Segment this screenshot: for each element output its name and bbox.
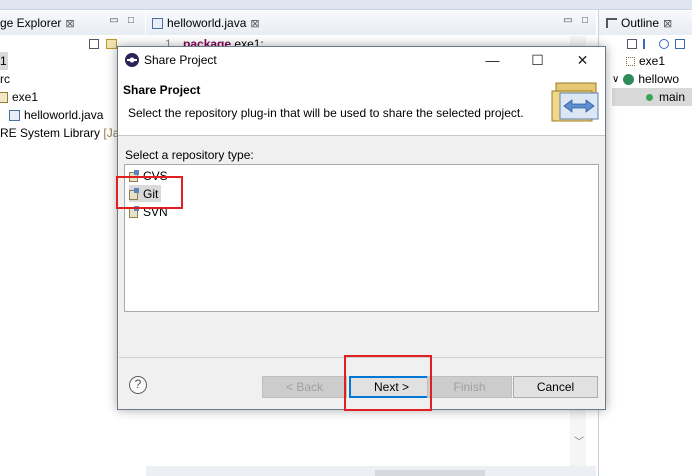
tab-outline[interactable]: Outline ⊠ <box>606 16 672 30</box>
tab-package-explorer[interactable]: ge Explorer ⊠ <box>0 16 75 30</box>
repository-type-list[interactable]: CVS Git SVN <box>124 164 599 312</box>
collapse-all-icon[interactable] <box>627 39 637 49</box>
maximize-icon[interactable]: □ <box>126 16 136 26</box>
wizard-description: Select the repository plug-in that will … <box>128 106 524 120</box>
collapse-all-icon[interactable] <box>89 39 99 49</box>
finish-button[interactable]: Finish <box>427 376 512 398</box>
link-editor-icon[interactable] <box>106 39 117 49</box>
minimize-icon[interactable]: ▭ <box>109 16 119 26</box>
minimize-button[interactable]: — <box>470 47 515 73</box>
hide-fields-icon[interactable] <box>659 39 669 49</box>
tab-helloworld-java[interactable]: helloworld.java ⊠ <box>152 16 260 30</box>
outline-tree: exe1 ∨ hellowo main <box>612 52 692 106</box>
tree-item-jre-library[interactable]: RE System Library [Jav <box>0 124 125 142</box>
cancel-button[interactable]: Cancel <box>513 376 598 398</box>
tab-package-explorer-label: ge Explorer <box>0 16 62 30</box>
java-file-icon <box>9 109 20 121</box>
tree-item-src[interactable]: rc <box>0 70 117 88</box>
maximize-icon[interactable]: □ <box>580 16 590 26</box>
maximize-button[interactable]: ☐ <box>515 47 560 73</box>
wizard-header: Share Project Select the repository plug… <box>118 73 605 136</box>
tree-item-java-file[interactable]: helloworld.java <box>0 106 117 124</box>
dialog-title: Share Project <box>144 53 217 67</box>
main-toolbar <box>0 0 692 10</box>
close-button[interactable]: ✕ <box>560 47 605 73</box>
close-icon[interactable]: ⊠ <box>65 17 74 30</box>
tree-item-package[interactable]: exe1 <box>0 88 117 106</box>
next-highlight-annotation <box>344 355 432 411</box>
git-highlight-annotation <box>116 176 183 209</box>
package-icon <box>0 91 8 103</box>
repository-type-label: Select a repository type: <box>125 148 254 162</box>
editor-bottom-bar <box>146 466 596 476</box>
package-explorer-tree: 1 rc exe1 helloworld.java RE System Libr… <box>0 52 125 142</box>
sort-icon[interactable] <box>643 39 653 49</box>
back-button[interactable]: < Back <box>262 376 347 398</box>
outline-icon <box>606 18 617 28</box>
close-icon[interactable]: ⊠ <box>250 17 259 30</box>
java-file-icon <box>152 17 163 29</box>
eclipse-icon <box>125 53 139 67</box>
close-icon[interactable]: ⊠ <box>663 17 672 30</box>
hide-static-icon[interactable] <box>675 39 685 49</box>
outline-toolbar <box>627 39 685 49</box>
method-icon <box>646 93 653 101</box>
tree-item-project[interactable]: 1 <box>0 52 8 70</box>
outline-item-package[interactable]: exe1 <box>612 52 692 70</box>
help-button[interactable]: ? <box>129 376 147 394</box>
wizard-title: Share Project <box>123 83 201 97</box>
share-project-wizard-icon <box>551 82 599 122</box>
outline-item-method[interactable]: main <box>612 88 692 106</box>
chevron-down-icon[interactable]: ∨ <box>612 74 619 85</box>
scroll-down-arrow-icon[interactable]: ﹀ <box>574 433 584 448</box>
horizontal-scroll-thumb[interactable] <box>375 470 485 476</box>
dialog-titlebar: Share Project — ☐ ✕ <box>118 47 605 73</box>
outline-item-class[interactable]: ∨ hellowo <box>612 70 692 88</box>
minimize-icon[interactable]: ▭ <box>563 16 573 26</box>
class-icon <box>623 73 635 85</box>
package-declaration-icon <box>626 56 635 66</box>
